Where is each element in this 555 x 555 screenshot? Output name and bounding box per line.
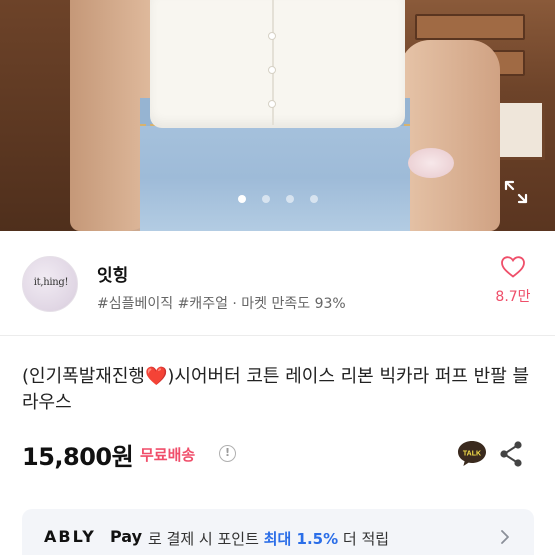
title-prefix: (인기폭발재진행 [22, 366, 145, 387]
banner-pay: Pay [110, 527, 143, 546]
product-title: (인기폭발재진행❤️)시어버터 코튼 레이스 리본 빅카라 퍼프 반팔 블라우스 [22, 364, 537, 416]
carousel-indicator [0, 195, 555, 203]
model-blouse [150, 0, 405, 128]
carousel-dot[interactable] [309, 195, 318, 203]
share-icon[interactable] [498, 440, 524, 468]
seller-section[interactable]: it,hing! 잇힝 #심플베이직 #캐주얼 · 마켓 만족도 93% 8.7… [0, 231, 555, 336]
drawer [415, 14, 525, 40]
banner-highlight: 최대 1.5% [263, 530, 339, 548]
free-shipping-label: 무료배송 [140, 446, 196, 464]
blouse-button [268, 100, 276, 108]
product-price: 15,800원 [22, 443, 134, 471]
blouse-button [268, 32, 276, 40]
heart-icon [501, 256, 525, 278]
heart-emoji: ❤️ [144, 366, 168, 387]
banner-brand: ABLY [44, 527, 96, 546]
info-icon[interactable]: ! [219, 445, 236, 462]
expand-icon[interactable] [503, 179, 529, 205]
talk-label: TALK [463, 451, 481, 458]
carousel-dot[interactable] [285, 195, 294, 203]
banner-text-before: 로 결제 시 포인트 [148, 530, 264, 548]
carousel-dot[interactable] [261, 195, 270, 203]
avatar[interactable]: it,hing! [22, 256, 78, 312]
scrunchie [408, 148, 454, 178]
seller-name[interactable]: 잇힝 [97, 261, 128, 286]
seller-tags: #심플베이직 #캐주얼 · 마켓 만족도 93% [97, 296, 346, 312]
carousel-dot-active[interactable] [237, 195, 246, 203]
chevron-right-icon [501, 530, 509, 544]
ably-pay-banner[interactable]: ABLY Pay 로 결제 시 포인트 최대 1.5% 더 적립 [22, 509, 534, 555]
avatar-logo-text: it,hing! [33, 277, 69, 288]
banner-text: 로 결제 시 포인트 최대 1.5% 더 적립 [148, 528, 389, 549]
like-button[interactable]: 8.7만 [490, 255, 536, 306]
product-image-carousel[interactable] [0, 0, 555, 231]
kakao-talk-icon[interactable]: TALK [456, 439, 488, 468]
blouse-button [268, 66, 276, 74]
banner-text-after: 더 적립 [338, 530, 390, 548]
like-count: 8.7만 [495, 289, 531, 305]
